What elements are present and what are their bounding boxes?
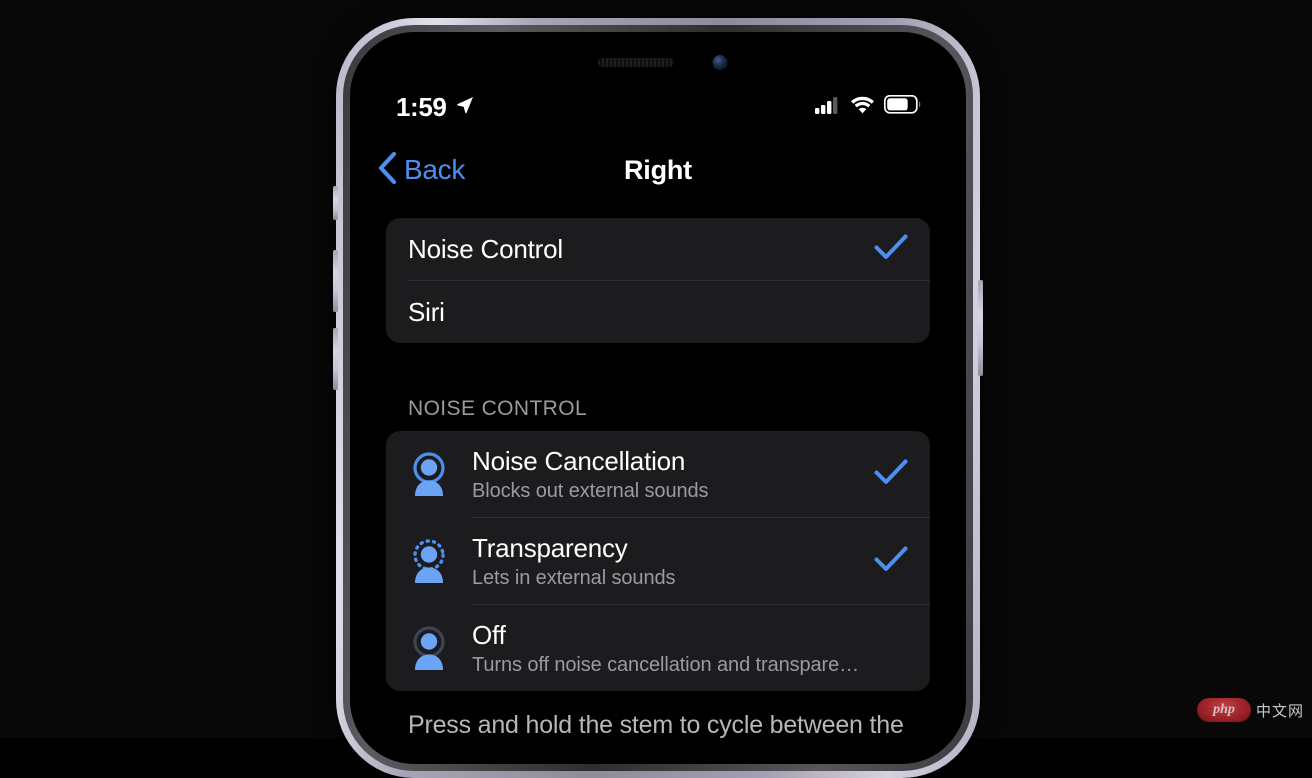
status-bar: 1:59: [350, 90, 966, 124]
row-text-container: Siri: [408, 297, 908, 328]
battery-icon: [883, 94, 922, 119]
back-button[interactable]: Back: [376, 151, 465, 190]
phone-screen: 1:59 Back Right Noise Control Siri NOISE…: [350, 32, 966, 764]
person-noise-cancellation-icon: [408, 452, 450, 496]
mute-switch[interactable]: [333, 186, 338, 220]
row-text-container: Noise Control: [408, 234, 860, 265]
navigation-bar: Back Right: [350, 144, 966, 196]
wifi-icon: [850, 96, 875, 119]
cellular-signal-icon: [815, 96, 841, 119]
checkmark-icon: [874, 234, 908, 265]
status-clock: 1:59: [396, 91, 447, 122]
status-bar-right: [815, 94, 922, 119]
volume-down-button[interactable]: [333, 328, 338, 390]
chevron-left-icon: [376, 151, 398, 190]
back-button-label: Back: [404, 154, 466, 185]
checkmark-icon: [874, 546, 908, 577]
earpiece-speaker-icon: [598, 58, 674, 67]
person-transparency-icon: [408, 539, 450, 583]
list-item-subtitle: Turns off noise cancellation and transpa…: [472, 653, 860, 676]
settings-content: Noise Control Siri NOISE CONTROL Noise C…: [350, 218, 966, 764]
watermark: php 中文网: [1196, 698, 1304, 722]
location-arrow-icon: [455, 95, 475, 120]
section-header-noise-control: NOISE CONTROL: [408, 397, 588, 420]
row-text-container: Off Turns off noise cancellation and tra…: [472, 620, 908, 677]
list-item-off[interactable]: Off Turns off noise cancellation and tra…: [386, 605, 930, 691]
list-item-title: Off: [472, 619, 506, 650]
watermark-logo: php: [1196, 698, 1251, 722]
list-item-transparency[interactable]: Transparency Lets in external sounds: [386, 518, 930, 604]
list-item-noise-cancellation[interactable]: Noise Cancellation Blocks out external s…: [386, 431, 930, 517]
list-item-siri[interactable]: Siri: [386, 281, 930, 343]
person-off-icon: [408, 626, 450, 670]
watermark-suffix: 中文网: [1255, 702, 1304, 720]
row-text-container: Transparency Lets in external sounds: [472, 533, 860, 590]
section-footer-note: Press and hold the stem to cycle between…: [408, 711, 904, 739]
notch-area: [350, 32, 966, 78]
list-item-title: Noise Cancellation: [472, 445, 686, 476]
list-item-subtitle: Lets in external sounds: [472, 566, 676, 589]
list-item-label: Siri: [408, 296, 445, 327]
list-item-noise-control[interactable]: Noise Control: [386, 218, 930, 280]
noise-control-group: Noise Cancellation Blocks out external s…: [386, 431, 930, 691]
status-bar-left: 1:59: [396, 92, 475, 123]
list-item-label: Noise Control: [408, 233, 563, 264]
power-button[interactable]: [978, 280, 983, 376]
phone-device-frame: 1:59 Back Right Noise Control Siri NOISE…: [333, 18, 983, 778]
list-item-title: Transparency: [472, 532, 628, 563]
front-camera-icon: [712, 55, 728, 70]
row-text-container: Noise Cancellation Blocks out external s…: [472, 446, 860, 503]
volume-up-button[interactable]: [333, 250, 338, 312]
list-item-subtitle: Blocks out external sounds: [472, 479, 709, 502]
press-and-hold-group: Noise Control Siri: [386, 218, 930, 343]
checkmark-icon: [874, 459, 908, 490]
